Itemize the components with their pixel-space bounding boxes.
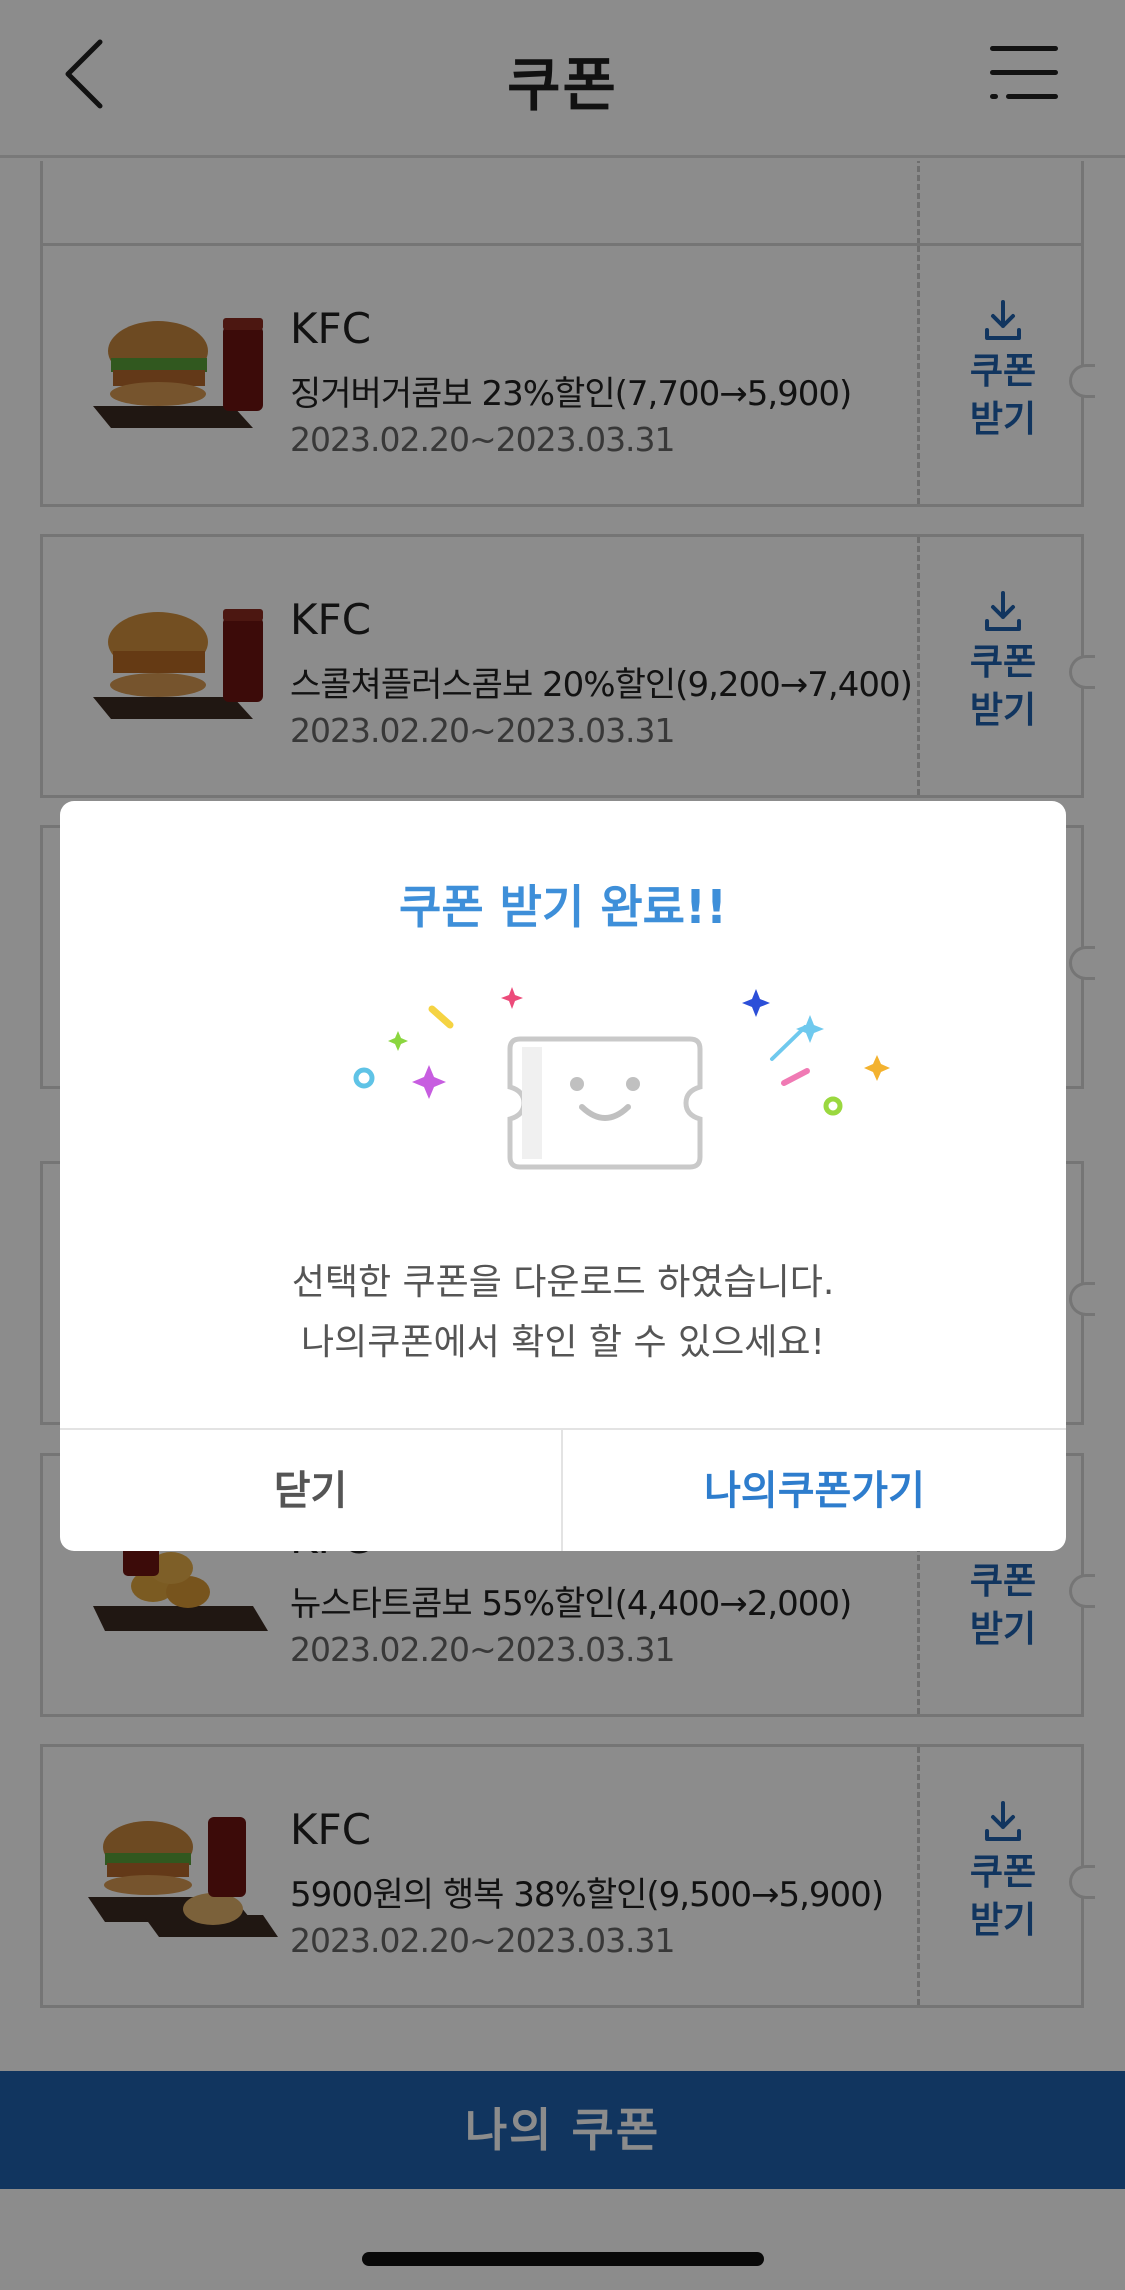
dialog-message: 선택한 쿠폰을 다운로드 하였습니다. 나의쿠폰에서 확인 할 수 있으세요!	[60, 1253, 1066, 1373]
coupon-received-dialog: 쿠폰 받기 완료!! 선택한 쿠폰을 다운로드 하였습니다. 나의쿠폰에서 확인…	[60, 801, 1066, 1551]
dialog-message-line1: 선택한 쿠폰을 다운로드 하였습니다.	[291, 1262, 835, 1303]
dialog-title: 쿠폰 받기 완료!!	[399, 880, 727, 934]
dialog-message-line2: 나의쿠폰에서 확인 할 수 있으세요!	[301, 1322, 825, 1363]
dialog-footer: 닫기 나의쿠폰가기	[60, 1428, 1066, 1551]
go-to-my-coupons-button[interactable]: 나의쿠폰가기	[563, 1430, 1066, 1551]
close-button[interactable]: 닫기	[60, 1430, 563, 1551]
smiling-ticket-icon	[353, 987, 890, 1170]
